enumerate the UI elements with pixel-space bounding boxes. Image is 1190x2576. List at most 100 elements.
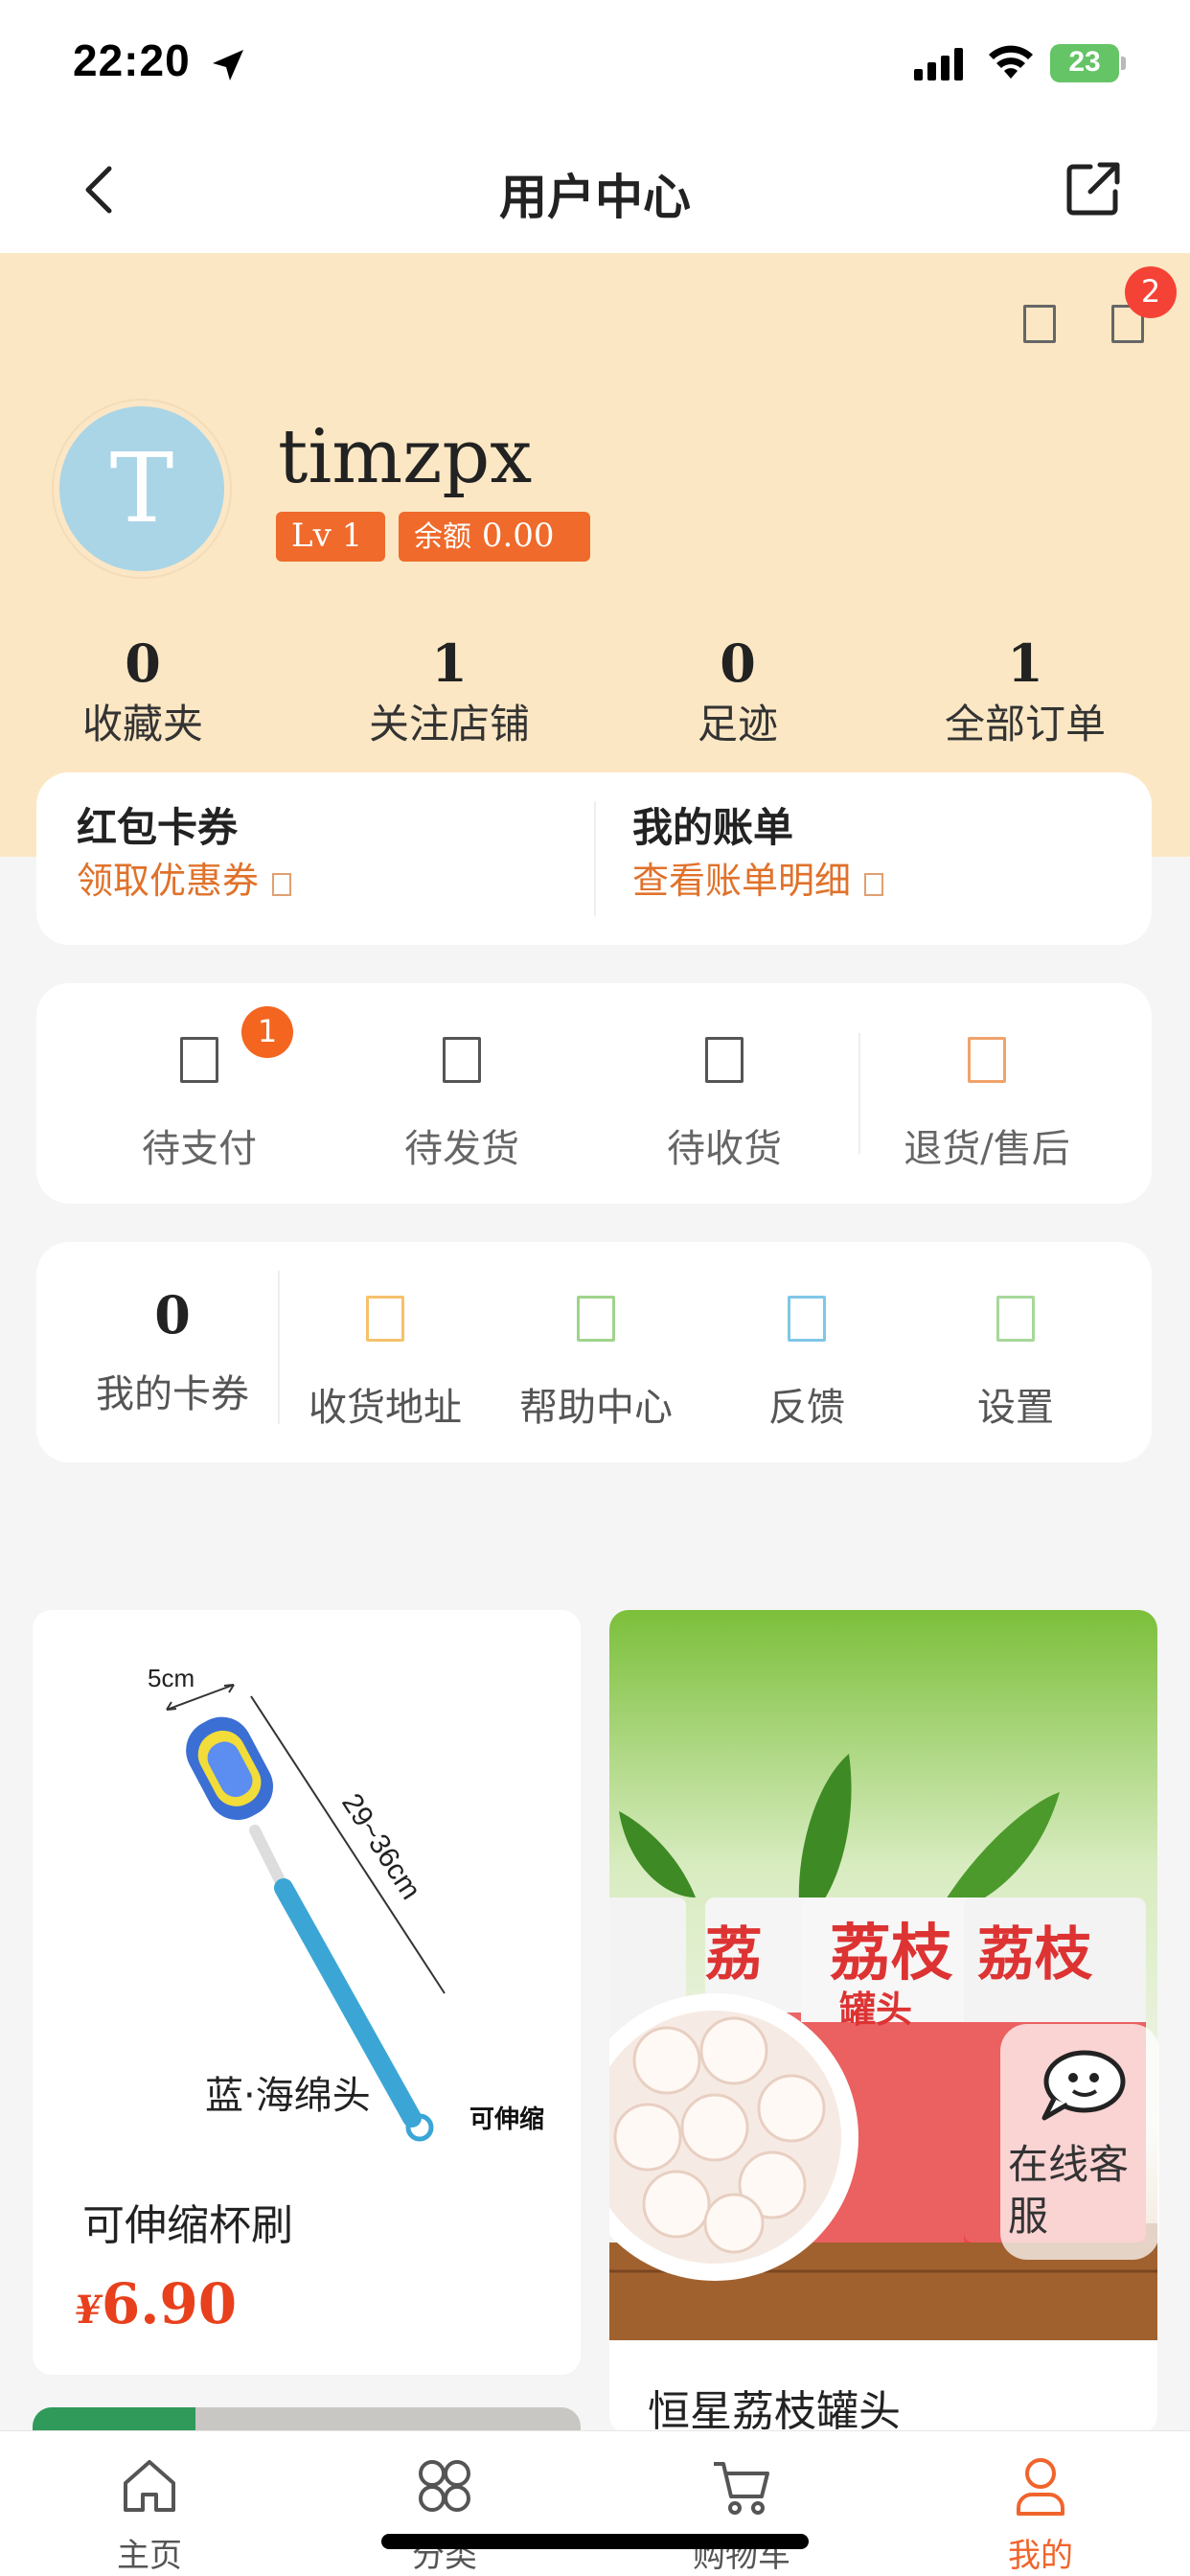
- help-icon: [577, 1296, 615, 1342]
- red-packet-coupons[interactable]: 红包卡券 领取优惠券: [77, 801, 292, 907]
- home-indicator: [381, 2534, 809, 2549]
- can-brand-label-left: 荔: [705, 1921, 763, 1989]
- user-icon: [1017, 2458, 1064, 2516]
- stat-label: 足迹: [697, 701, 778, 748]
- box-icon: [443, 1037, 481, 1083]
- tab-label: 主页: [117, 2537, 182, 2575]
- battery-icon: 23: [1050, 44, 1127, 82]
- tab-label: 我的: [1008, 2537, 1073, 2575]
- stat-label: 全部订单: [944, 701, 1106, 748]
- coupon-title: 红包卡券: [77, 804, 239, 851]
- feature-label: 可伸缩: [469, 2104, 544, 2134]
- location-arrow-icon: [213, 50, 243, 80]
- message-badge: 2: [1125, 266, 1177, 318]
- page-title: 用户中心: [499, 169, 691, 225]
- stat-favorites[interactable]: 0 收藏夹: [28, 629, 258, 751]
- divider: [594, 801, 596, 916]
- stat-value: 1: [431, 632, 468, 694]
- truck-icon: [705, 1037, 744, 1083]
- bill-link[interactable]: 查看账单明细: [632, 855, 884, 907]
- tool-settings[interactable]: 设置: [920, 1296, 1111, 1432]
- tab-category[interactable]: 分类: [349, 2452, 540, 2576]
- order-pending-receipt[interactable]: 待收货: [609, 1037, 839, 1173]
- order-label: 退货/售后: [904, 1127, 1070, 1171]
- tab-home[interactable]: 主页: [54, 2452, 245, 2576]
- wallet-icon: [180, 1037, 218, 1083]
- wifi-icon: [989, 45, 1033, 79]
- order-label: 待发货: [404, 1127, 519, 1171]
- grid-icon: [419, 2460, 470, 2512]
- chevron-right-icon: [864, 872, 884, 896]
- coupon-link[interactable]: 领取优惠券: [77, 855, 292, 907]
- online-service-button[interactable]: 在线客服: [1000, 2024, 1159, 2260]
- divider: [858, 1033, 860, 1154]
- coupon-bill-card: 红包卡券 领取优惠券 我的账单 查看账单明细: [36, 772, 1152, 945]
- can-brand-label-right: 荔枝: [977, 1921, 1093, 1989]
- bill-link-label: 查看账单明细: [632, 860, 852, 902]
- product-name: 可伸缩杯刷: [82, 2201, 293, 2250]
- tab-mine[interactable]: 我的: [945, 2452, 1136, 2576]
- tool-label: 帮助中心: [519, 1386, 673, 1430]
- stat-value: 0: [720, 632, 756, 694]
- cellular-signal-icon: [914, 48, 963, 80]
- order-returns[interactable]: 退货/售后: [872, 1037, 1102, 1173]
- tool-shipping-address[interactable]: 收货地址: [289, 1296, 481, 1432]
- my-coupons[interactable]: 0 我的卡券: [77, 1284, 268, 1418]
- dim-width-label: 5cm: [148, 1664, 195, 1692]
- price-value: 6.90: [101, 2271, 238, 2336]
- settings-icon[interactable]: [1023, 305, 1056, 343]
- bill-title: 我的账单: [632, 804, 794, 851]
- stat-label: 收藏夹: [81, 701, 203, 748]
- product-card[interactable]: 荔枝 罐头 荔 荔枝 恒星荔枝罐头: [609, 1610, 1157, 2434]
- stat-value: 0: [125, 632, 161, 694]
- my-bills[interactable]: 我的账单 查看账单明细: [632, 801, 884, 907]
- balance-label: 余额: [414, 520, 471, 554]
- status-time: 22:20: [73, 35, 191, 85]
- stat-value: 1: [1007, 632, 1043, 694]
- order-label: 待支付: [142, 1127, 257, 1171]
- orders-card: 待支付 待发货 待收货 退货/售后: [36, 983, 1152, 1204]
- share-icon[interactable]: [1062, 157, 1125, 220]
- tool-label: 收货地址: [309, 1386, 462, 1430]
- settings-icon: [996, 1296, 1035, 1342]
- tool-feedback[interactable]: 反馈: [711, 1296, 903, 1432]
- return-icon: [968, 1037, 1006, 1083]
- headset-chat-icon: [1041, 2050, 1126, 2121]
- location-icon: [366, 1296, 404, 1342]
- coupon-link-label: 领取优惠券: [77, 860, 260, 902]
- product-price: ¥6.90: [75, 2271, 237, 2336]
- tab-bar: 主页 分类 购物车 我的: [0, 2430, 1190, 2576]
- navbar: 用户中心: [0, 126, 1190, 253]
- online-service-label: 在线客服: [1008, 2141, 1130, 2240]
- tool-label: 我的卡券: [96, 1372, 249, 1416]
- stat-followed-shops[interactable]: 1 关注店铺: [334, 629, 564, 751]
- order-pending-shipment[interactable]: 待发货: [347, 1037, 577, 1173]
- product-image: 5cm 29~36cm 蓝·海绵头 可伸缩: [33, 1610, 581, 2147]
- tool-label: 设置: [977, 1386, 1054, 1430]
- cart-icon: [714, 2462, 769, 2515]
- chevron-right-icon: [272, 872, 292, 896]
- stat-all-orders[interactable]: 1 全部订单: [910, 629, 1140, 751]
- product-card[interactable]: 5cm 29~36cm 蓝·海绵头 可伸缩 可伸缩杯刷 ¥6.90: [33, 1610, 581, 2375]
- battery-level: 23: [1068, 46, 1101, 78]
- balance-badge: 余额 0.00: [399, 512, 590, 562]
- avatar[interactable]: T: [54, 401, 230, 577]
- stat-footprints[interactable]: 0 足迹: [623, 629, 853, 751]
- stat-label: 关注店铺: [368, 701, 530, 748]
- divider: [278, 1271, 280, 1424]
- coupon-count: 0: [154, 1284, 191, 1346]
- home-icon: [124, 2460, 175, 2512]
- product-name: 恒星荔枝罐头: [648, 2387, 901, 2434]
- balance-value: 0.00: [481, 517, 555, 555]
- status-bar: 22:20 23: [0, 0, 1190, 126]
- tool-label: 反馈: [768, 1386, 845, 1430]
- feedback-icon: [788, 1296, 826, 1342]
- pending-payment-badge: 1: [241, 1006, 293, 1058]
- tool-help-center[interactable]: 帮助中心: [500, 1296, 692, 1432]
- currency-symbol: ¥: [75, 2288, 102, 2333]
- order-pending-payment[interactable]: 待支付: [84, 1037, 314, 1173]
- order-label: 待收货: [667, 1127, 782, 1171]
- level-badge: Lv 1: [276, 512, 385, 562]
- tab-cart[interactable]: 购物车: [646, 2452, 837, 2576]
- can-type-label: 罐头: [839, 1988, 912, 2031]
